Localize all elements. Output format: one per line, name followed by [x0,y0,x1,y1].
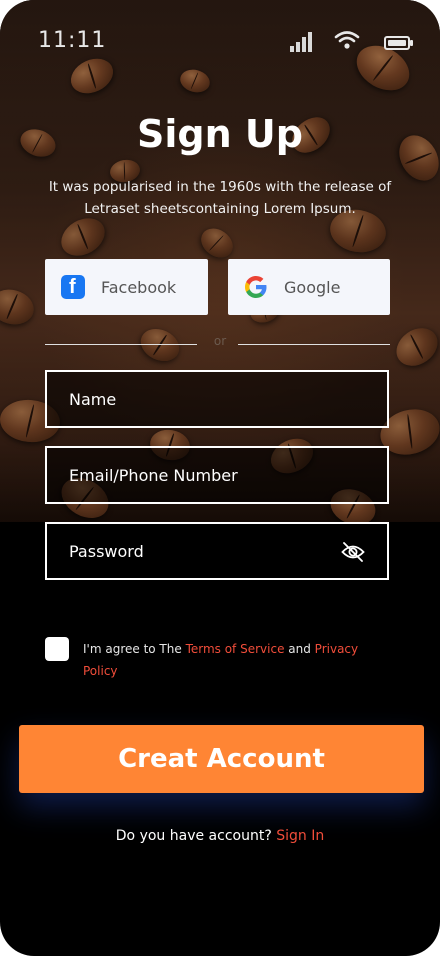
facebook-icon [61,275,85,299]
wifi-icon [334,31,360,49]
page-title: Sign Up [137,112,303,156]
terms-prefix: I'm agree to The [83,642,186,656]
name-field[interactable] [45,370,389,428]
terms-text: I'm agree to The Terms of Service and Pr… [83,638,383,682]
password-input[interactable] [47,540,331,562]
eye-off-icon[interactable] [341,542,365,562]
terms-of-service-link[interactable]: Terms of Service [186,642,285,656]
cellular-signal-icon [290,32,314,52]
signin-prompt: Do you have account? Sign In [0,828,440,844]
signin-link[interactable]: Sign In [276,828,324,844]
google-icon [245,276,267,298]
status-time: 11:11 [38,28,107,53]
password-field[interactable] [45,522,389,580]
page-subtitle: It was popularised in the 1960s with the… [48,179,392,217]
phone-screen: 11:11 Sign Up It was popularised in the … [0,0,440,956]
divider-right [238,344,390,345]
divider-left [45,344,197,345]
status-bar: 11:11 [38,28,413,58]
facebook-label: Facebook [101,277,177,297]
google-signup-button[interactable]: Google [228,259,390,315]
email-field[interactable] [45,446,389,504]
name-input[interactable] [47,388,331,410]
battery-icon [384,36,413,50]
google-label: Google [284,277,341,297]
signin-question: Do you have account? [115,828,277,844]
terms-middle: and [284,642,315,656]
terms-checkbox[interactable] [45,637,69,661]
facebook-signup-button[interactable]: Facebook [45,259,208,315]
divider-or-text: or [213,334,227,348]
create-account-button[interactable]: Creat Account [19,725,424,793]
email-phone-input[interactable] [47,464,331,486]
